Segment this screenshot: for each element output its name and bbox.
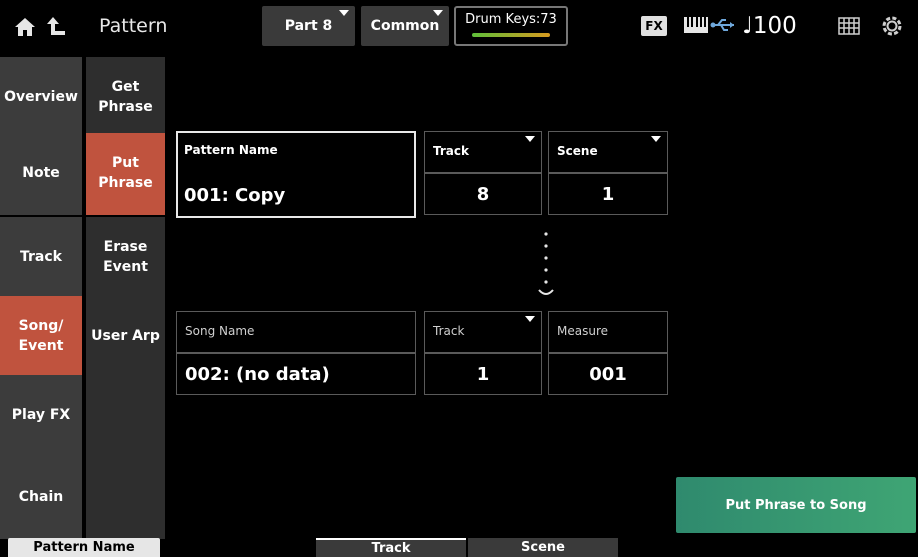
- drum-keys-label: Drum Keys:73: [465, 12, 557, 27]
- subtab-empty-1: [86, 375, 165, 457]
- tab-label: Song/ Event: [18, 318, 64, 354]
- scene-header[interactable]: Scene: [548, 131, 668, 173]
- bottom-tab-track[interactable]: Track: [316, 538, 466, 557]
- pattern-name-value: 001: Copy: [184, 185, 286, 206]
- bottom-tab-scene[interactable]: Scene: [468, 538, 618, 557]
- subtab-label: Erase Event: [103, 239, 148, 275]
- tab-overview[interactable]: Overview: [0, 57, 82, 139]
- put-phrase-to-song-button[interactable]: Put Phrase to Song: [676, 477, 916, 533]
- destination-track-value[interactable]: 1: [424, 353, 542, 395]
- tab-track[interactable]: Track: [0, 217, 82, 299]
- dropdown-caret-icon: [525, 316, 535, 322]
- source-track-label: Track: [433, 144, 469, 158]
- tab-note[interactable]: Note: [0, 133, 82, 215]
- fx-badge[interactable]: FX: [641, 16, 667, 36]
- bottom-tab-pattern-name[interactable]: Pattern Name: [8, 538, 160, 557]
- common-select-button[interactable]: Common: [361, 6, 449, 46]
- source-track-header[interactable]: Track: [424, 131, 542, 173]
- song-name-header: Song Name: [176, 311, 416, 353]
- tab-song-event[interactable]: Song/ Event: [0, 296, 82, 378]
- common-label: Common: [370, 18, 440, 34]
- tab-label: Note: [22, 165, 60, 182]
- measure-value[interactable]: 001: [548, 353, 668, 395]
- subtab-label: Put Phrase: [98, 155, 153, 191]
- tab-label: Track: [20, 249, 62, 266]
- tab-play-fx[interactable]: Play FX: [0, 375, 82, 457]
- subtab-get-phrase[interactable]: Get Phrase: [86, 57, 165, 139]
- dotted-arrow-down-icon: [536, 228, 556, 306]
- subtab-label: User Arp: [91, 328, 160, 345]
- measure-header: Measure: [548, 311, 668, 353]
- part-label: Part 8: [284, 18, 333, 34]
- scene-label: Scene: [557, 144, 598, 158]
- tempo-display[interactable]: ♩100: [742, 13, 797, 39]
- tab-label: Chain: [18, 489, 64, 506]
- dropdown-caret-icon: [433, 10, 443, 16]
- dropdown-caret-icon: [339, 10, 349, 16]
- subtab-user-arp[interactable]: User Arp: [86, 296, 165, 378]
- usb-icon: [710, 16, 738, 38]
- scene-value[interactable]: 1: [548, 173, 668, 215]
- song-name-value[interactable]: 002: (no data): [176, 353, 416, 395]
- home-icon[interactable]: [12, 14, 38, 40]
- part-select-button[interactable]: Part 8: [262, 6, 355, 46]
- tab-chain[interactable]: Chain: [0, 457, 82, 539]
- tab-label: Play FX: [11, 407, 71, 424]
- return-icon[interactable]: [44, 14, 70, 40]
- tab-label: Overview: [4, 89, 78, 106]
- dropdown-caret-icon: [651, 136, 661, 142]
- subtab-put-phrase[interactable]: Put Phrase: [86, 133, 165, 215]
- page-title: Pattern: [99, 15, 168, 37]
- source-track-value[interactable]: 8: [424, 173, 542, 215]
- keyboard-icon: [683, 14, 709, 40]
- drum-keys-level-bar: [472, 33, 550, 37]
- grid-menu-icon[interactable]: [838, 16, 860, 40]
- settings-gear-icon[interactable]: [880, 14, 904, 42]
- dropdown-caret-icon: [525, 136, 535, 142]
- destination-track-header[interactable]: Track: [424, 311, 542, 353]
- destination-track-label: Track: [433, 324, 465, 338]
- pattern-name-header: Pattern Name: [184, 143, 278, 157]
- subtab-erase-event[interactable]: Erase Event: [86, 217, 165, 299]
- subtab-label: Get Phrase: [98, 79, 153, 115]
- drum-keys-indicator[interactable]: Drum Keys:73: [454, 6, 568, 46]
- subtab-empty-2: [86, 457, 165, 539]
